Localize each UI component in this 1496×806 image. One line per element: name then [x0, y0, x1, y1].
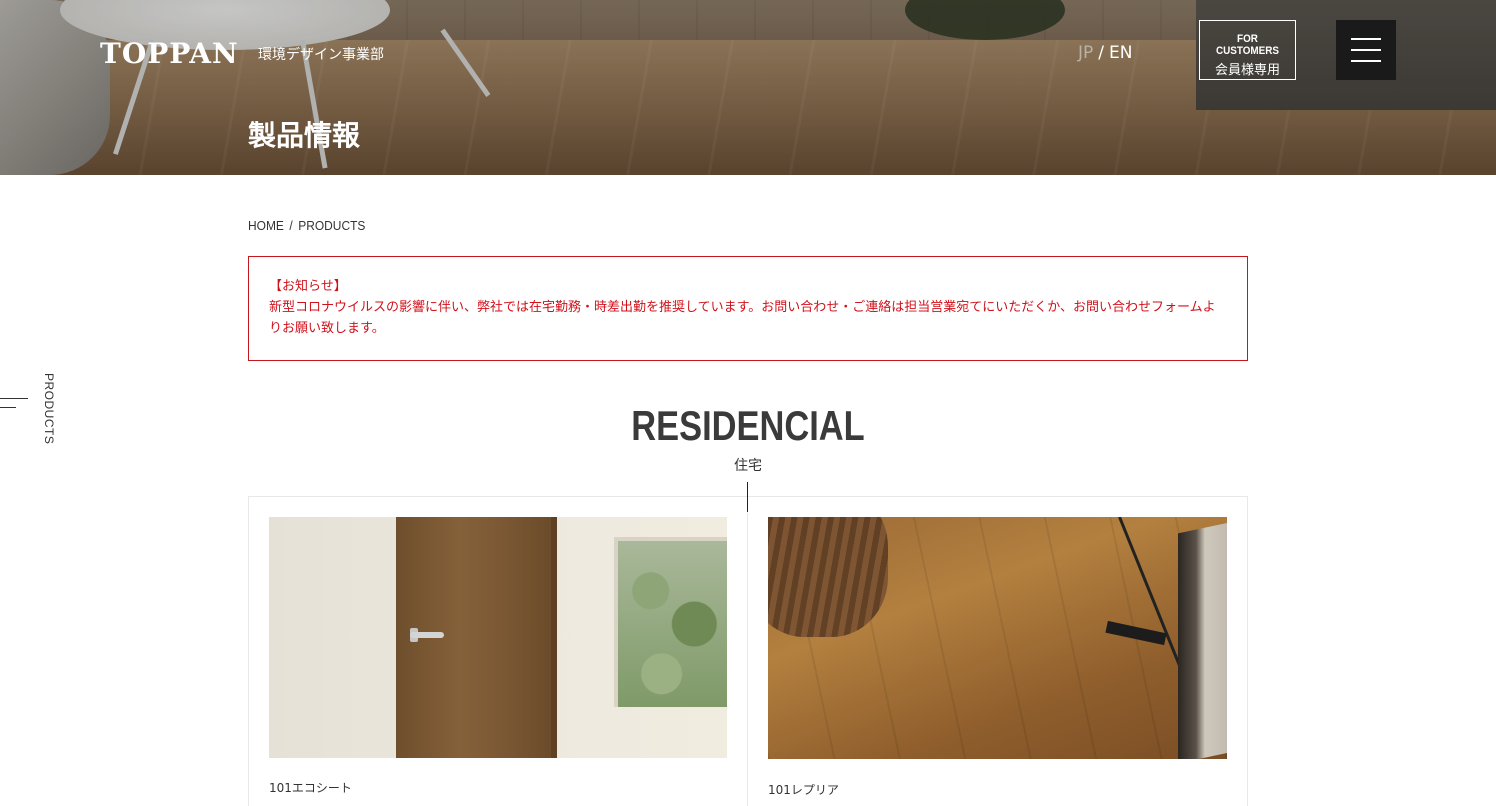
language-switcher: JP / EN	[1078, 43, 1132, 63]
side-products-label[interactable]: PRODUCTS	[42, 373, 56, 444]
section-title: RESIDENCIAL	[631, 402, 865, 449]
breadcrumb-separator: /	[289, 218, 293, 233]
hamburger-menu-button[interactable]	[1336, 20, 1396, 80]
product-card-repuria[interactable]: 101レプリア	[768, 517, 1227, 797]
product-card-ecosheet[interactable]: 101エコシート	[269, 517, 727, 795]
side-line-icon	[0, 407, 16, 408]
window-greenery	[614, 537, 727, 707]
section-subtitle: 住宅	[734, 458, 762, 474]
grid-divider	[747, 513, 748, 806]
for-customers-label: FOR CUSTOMERS	[1215, 33, 1280, 57]
lang-jp-link[interactable]: JP	[1078, 43, 1093, 63]
lamp-base	[1105, 620, 1167, 646]
lamp-pole	[1118, 517, 1181, 666]
breadcrumb-home[interactable]: HOME	[248, 218, 284, 233]
picture-frame	[1178, 520, 1227, 759]
section-divider-line	[747, 482, 748, 512]
lang-en-link[interactable]: EN	[1109, 43, 1132, 63]
product-name[interactable]: 101レプリア	[768, 781, 839, 798]
members-only-label: 会員様専用	[1214, 63, 1280, 78]
page: TOPPAN 環境デザイン事業部 製品情報 JP / EN FOR CUSTOMER…	[0, 0, 1496, 806]
toppan-logo[interactable]: TOPPAN	[100, 37, 239, 70]
notice-box: 【お知らせ】 新型コロナウイルスの影響に伴い、弊社では在宅勤務・時差出勤を推奨し…	[248, 256, 1248, 361]
product-name[interactable]: 101エコシート	[269, 779, 352, 796]
door-icon	[269, 517, 727, 758]
wood-floor-icon	[768, 517, 1227, 759]
notice-body: 新型コロナウイルスの影響に伴い、弊社では在宅勤務・時差出勤を推奨しています。お問…	[269, 300, 1216, 336]
breadcrumb: HOME / PRODUCTS	[248, 218, 365, 233]
hamburger-icon	[1351, 49, 1381, 51]
hero-banner: TOPPAN 環境デザイン事業部 製品情報 JP / EN FOR CUSTOMER…	[0, 0, 1496, 175]
breadcrumb-current: PRODUCTS	[298, 218, 366, 233]
chair-shape	[768, 517, 888, 637]
door-frame	[551, 517, 557, 758]
page-title: 製品情報	[248, 119, 361, 152]
lang-separator: /	[1098, 43, 1104, 63]
product-grid: 101エコシート 101レプリア	[248, 496, 1248, 806]
side-line-icon	[0, 398, 28, 399]
notice-title: 【お知らせ】	[269, 279, 347, 294]
hamburger-icon	[1351, 60, 1381, 62]
for-customers-button[interactable]: FOR CUSTOMERS 会員様専用	[1199, 20, 1296, 80]
door-handle	[410, 632, 444, 638]
division-name: 環境デザイン事業部	[258, 47, 384, 63]
hamburger-icon	[1351, 38, 1381, 40]
